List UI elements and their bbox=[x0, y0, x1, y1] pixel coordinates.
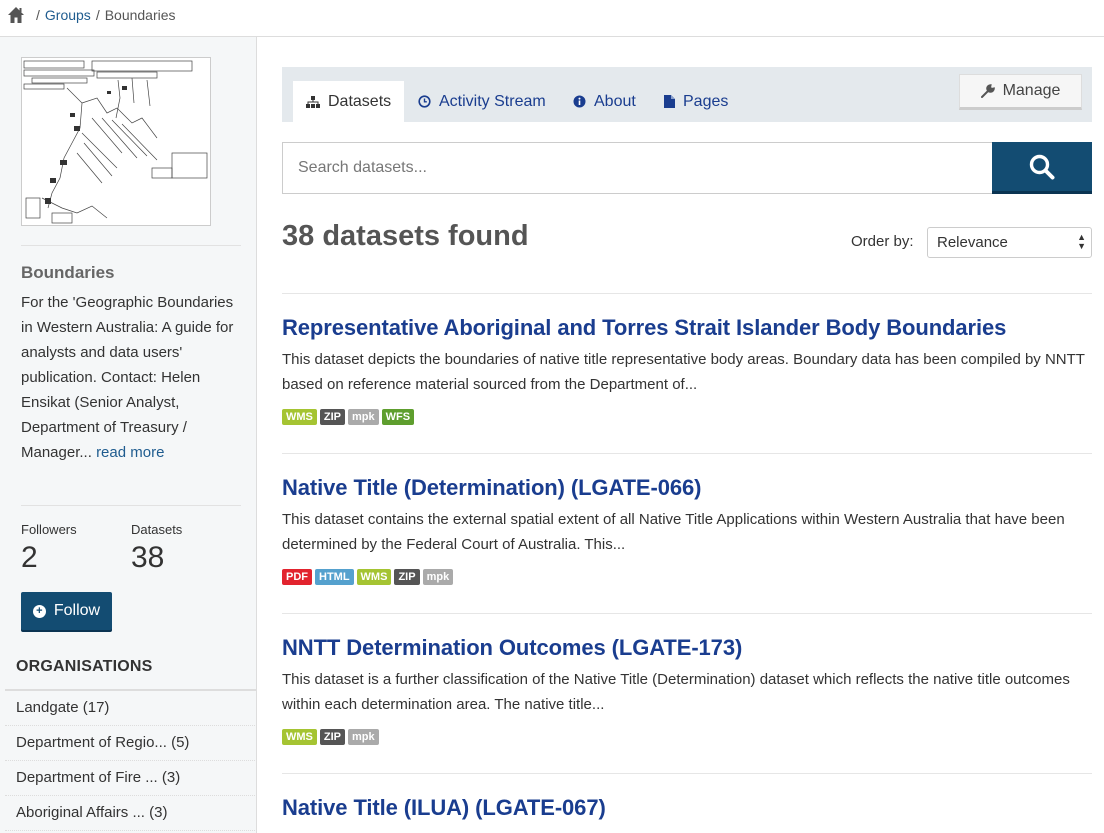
wrench-icon bbox=[980, 84, 995, 98]
manage-button[interactable]: Manage bbox=[959, 74, 1082, 110]
datasets-stat: Datasets 38 bbox=[131, 522, 182, 575]
tab-about-label: About bbox=[594, 92, 636, 110]
info-icon bbox=[573, 95, 586, 108]
format-badge-mpk[interactable]: mpk bbox=[348, 729, 379, 745]
format-badge-wms[interactable]: WMS bbox=[282, 729, 317, 745]
dataset-description: This dataset is a further classification… bbox=[282, 671, 1070, 713]
organisation-item[interactable]: Landgate (17) bbox=[5, 691, 257, 726]
manage-label: Manage bbox=[1002, 82, 1061, 99]
dataset-item: Native Title (ILUA) (LGATE-067) bbox=[282, 795, 1094, 821]
followers-stat: Followers 2 bbox=[21, 522, 77, 575]
breadcrumb-bar: / Groups / Boundaries bbox=[0, 0, 1104, 37]
breadcrumb-separator: / bbox=[36, 7, 40, 23]
follow-label: Follow bbox=[53, 602, 101, 619]
dataset-title-link[interactable]: NNTT Determination Outcomes (LGATE-173) bbox=[282, 635, 1094, 661]
sidebar: Boundaries For the 'Geographic Boundarie… bbox=[0, 37, 257, 833]
format-badge-zip[interactable]: ZIP bbox=[319, 729, 346, 745]
format-badge-zip[interactable]: ZIP bbox=[319, 409, 346, 425]
tab-activity-stream-label: Activity Stream bbox=[439, 92, 546, 110]
format-badges: WMS ZIP mpk bbox=[282, 729, 1094, 745]
breadcrumb-groups-link[interactable]: Groups bbox=[45, 7, 91, 23]
organisations-list: Landgate (17) Department of Regio... (5)… bbox=[5, 691, 257, 831]
divider bbox=[282, 773, 1092, 774]
datasets-count: 38 bbox=[131, 541, 165, 574]
tab-pages[interactable]: Pages bbox=[664, 81, 728, 122]
breadcrumb-current[interactable]: Boundaries bbox=[105, 7, 176, 23]
sitemap-icon bbox=[306, 95, 320, 108]
order-by-label: Order by: bbox=[851, 233, 914, 250]
format-badge-zip[interactable]: ZIP bbox=[394, 569, 420, 585]
tab-datasets[interactable]: Datasets bbox=[293, 81, 405, 122]
order-by-select[interactable]: Relevance ▲ ▼ bbox=[927, 227, 1092, 258]
search-icon bbox=[1029, 154, 1055, 179]
tab-datasets-label: Datasets bbox=[328, 92, 392, 110]
organisation-item[interactable]: Aboriginal Affairs ... (3) bbox=[5, 796, 257, 831]
plus-circle-icon: + bbox=[32, 604, 46, 618]
group-description: For the 'Geographic Boundaries in Wester… bbox=[21, 290, 246, 465]
format-badges: WMS ZIP mpk WFS bbox=[282, 409, 1094, 425]
dataset-item: Representative Aboriginal and Torres Str… bbox=[282, 315, 1094, 425]
followers-count: 2 bbox=[21, 541, 38, 574]
search-button[interactable] bbox=[992, 142, 1092, 194]
format-badge-mpk[interactable]: mpk bbox=[348, 409, 379, 425]
dataset-title-link[interactable]: Native Title (ILUA) (LGATE-067) bbox=[282, 795, 1094, 821]
results-count: 38 datasets found bbox=[282, 220, 529, 252]
format-badge-wfs[interactable]: WFS bbox=[381, 409, 415, 425]
divider bbox=[282, 453, 1092, 454]
follow-button[interactable]: + Follow bbox=[21, 592, 112, 630]
tab-about[interactable]: About bbox=[573, 81, 636, 122]
divider bbox=[21, 505, 241, 506]
organisation-item[interactable]: Department of Regio... (5) bbox=[5, 726, 257, 761]
group-description-text: For the 'Geographic Boundaries in Wester… bbox=[21, 294, 234, 461]
boundary-map-image bbox=[22, 58, 210, 225]
divider bbox=[282, 613, 1092, 614]
format-badge-wms[interactable]: WMS bbox=[356, 569, 392, 585]
divider bbox=[21, 245, 241, 246]
dataset-description: This dataset depicts the boundaries of n… bbox=[282, 351, 1085, 393]
dataset-title-link[interactable]: Representative Aboriginal and Torres Str… bbox=[282, 315, 1094, 341]
format-badge-html[interactable]: HTML bbox=[315, 569, 354, 585]
format-badge-wms[interactable]: WMS bbox=[282, 409, 317, 425]
read-more-link[interactable]: read more bbox=[96, 444, 164, 461]
organisations-heading: ORGANISATIONS bbox=[16, 658, 153, 675]
organisation-item[interactable]: Department of Fire ... (3) bbox=[5, 761, 257, 796]
format-badge-pdf[interactable]: PDF bbox=[282, 569, 312, 585]
followers-label: Followers bbox=[21, 522, 77, 537]
file-icon bbox=[664, 95, 675, 108]
tab-pages-label: Pages bbox=[683, 92, 729, 110]
datasets-label: Datasets bbox=[131, 522, 183, 537]
dataset-description: This dataset contains the external spati… bbox=[282, 511, 1065, 553]
breadcrumb-separator: / bbox=[95, 7, 100, 23]
order-by-value: Relevance bbox=[937, 234, 1008, 251]
clock-icon bbox=[418, 95, 431, 108]
dataset-title-link[interactable]: Native Title (Determination) (LGATE-066) bbox=[282, 475, 1094, 501]
home-icon[interactable] bbox=[7, 6, 25, 24]
format-badges: PDF HTML WMS ZIP mpk bbox=[282, 569, 1094, 585]
dataset-item: Native Title (Determination) (LGATE-066)… bbox=[282, 475, 1094, 585]
select-arrows-icon: ▲ ▼ bbox=[1077, 232, 1086, 251]
dataset-item: NNTT Determination Outcomes (LGATE-173) … bbox=[282, 635, 1094, 745]
format-badge-mpk[interactable]: mpk bbox=[422, 569, 454, 585]
breadcrumb: / Groups / Boundaries bbox=[7, 6, 176, 24]
group-thumbnail-map[interactable] bbox=[21, 57, 211, 226]
search-input[interactable] bbox=[282, 142, 993, 194]
group-title: Boundaries bbox=[21, 263, 115, 282]
divider bbox=[282, 293, 1092, 294]
tab-activity-stream[interactable]: Activity Stream bbox=[418, 81, 546, 122]
